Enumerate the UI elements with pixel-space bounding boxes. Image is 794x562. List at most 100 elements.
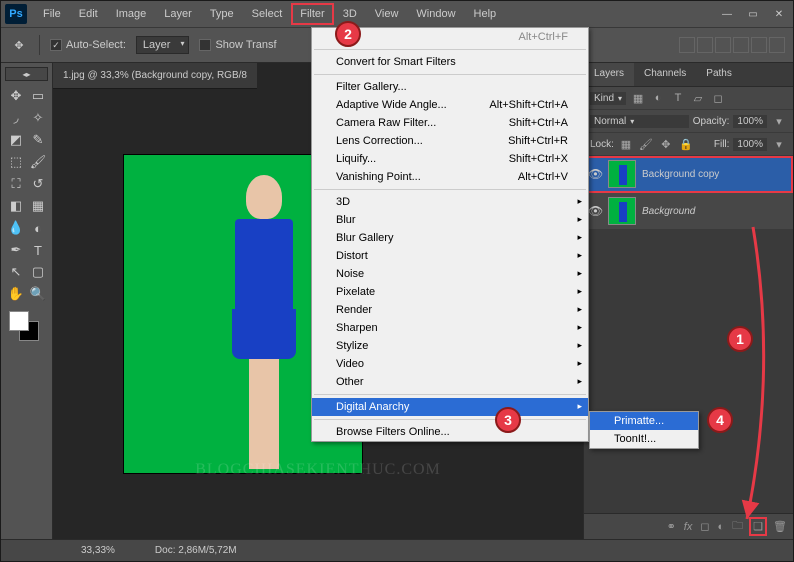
filter-browse-online[interactable]: Browse Filters Online... (312, 423, 588, 441)
filter-blur-gallery[interactable]: Blur Gallery (312, 229, 588, 247)
visibility-icon[interactable]: 👁 (588, 167, 602, 181)
brush-tool[interactable]: 🖌 (27, 151, 49, 173)
foreground-swatch[interactable] (9, 311, 29, 331)
layer-thumbnail[interactable] (608, 197, 636, 225)
filter-other[interactable]: Other (312, 373, 588, 391)
menu-file[interactable]: File (35, 4, 69, 24)
lock-move-icon[interactable]: ✥ (658, 137, 674, 151)
filter-noise[interactable]: Noise (312, 265, 588, 283)
filter-digital-anarchy[interactable]: Digital Anarchy (312, 398, 588, 416)
layer-thumbnail[interactable] (608, 160, 636, 188)
eraser-tool[interactable]: ◧ (5, 195, 27, 217)
filter-sharpen[interactable]: Sharpen (312, 319, 588, 337)
filter-distort[interactable]: Distort (312, 247, 588, 265)
menu-edit[interactable]: Edit (71, 4, 106, 24)
maximize-button[interactable]: ▭ (743, 7, 763, 21)
filter-smart-icon[interactable]: ◻ (710, 91, 726, 105)
color-swatches[interactable] (5, 311, 45, 347)
zoom-tool[interactable]: 🔍 (27, 283, 49, 305)
document-tab[interactable]: 1.jpg @ 33,3% (Background copy, RGB/8 (53, 63, 257, 89)
minimize-button[interactable]: — (717, 7, 737, 21)
menu-select[interactable]: Select (244, 4, 291, 24)
tab-channels[interactable]: Channels (634, 63, 696, 86)
layer-name[interactable]: Background copy (642, 169, 719, 180)
new-layer-button[interactable]: ❏ (751, 519, 765, 534)
pen-tool[interactable]: ✒ (5, 239, 27, 261)
align-icon[interactable] (733, 37, 749, 53)
trash-icon[interactable]: 🗑 (773, 520, 787, 533)
fill-field[interactable]: 100% (733, 138, 767, 151)
blend-mode-dropdown[interactable]: Normal (590, 115, 689, 128)
close-button[interactable]: ✕ (769, 7, 789, 21)
layer-row[interactable]: 👁 Background copy (584, 156, 793, 193)
filter-adjust-icon[interactable]: ◐ (650, 91, 666, 105)
align-icon[interactable] (679, 37, 695, 53)
menu-help[interactable]: Help (466, 4, 505, 24)
mask-icon[interactable]: ◻ (700, 520, 709, 533)
menu-image[interactable]: Image (108, 4, 155, 24)
tab-layers[interactable]: Layers (584, 63, 634, 86)
path-tool[interactable]: ↖ (5, 261, 27, 283)
gradient-tool[interactable]: ▦ (27, 195, 49, 217)
filter-gallery[interactable]: Filter Gallery... (312, 78, 588, 96)
blur-tool[interactable]: 💧 (5, 217, 27, 239)
toolbox-collapse[interactable]: ◂▸ (5, 67, 48, 81)
layer-row[interactable]: 👁 Background (584, 193, 793, 230)
filter-camera-raw[interactable]: Camera Raw Filter...Shift+Ctrl+A (312, 114, 588, 132)
chevron-down-icon[interactable]: ▾ (771, 114, 787, 128)
auto-select-checkbox[interactable]: ✓ Auto-Select: (50, 39, 126, 51)
marquee-tool[interactable]: ▭ (27, 85, 49, 107)
filter-3d[interactable]: 3D (312, 193, 588, 211)
opacity-field[interactable]: 100% (733, 115, 767, 128)
group-icon[interactable]: 🗀 (732, 517, 743, 536)
align-icon[interactable] (769, 37, 785, 53)
lock-all-icon[interactable]: 🔒 (678, 137, 694, 151)
type-tool[interactable]: T (27, 239, 49, 261)
filter-stylize[interactable]: Stylize (312, 337, 588, 355)
chevron-down-icon[interactable]: ▾ (771, 137, 787, 151)
submenu-toonit[interactable]: ToonIt!... (590, 430, 698, 448)
stamp-tool[interactable]: ⛶ (5, 173, 27, 195)
filter-shape-icon[interactable]: ▱ (690, 91, 706, 105)
filter-adaptive-wide-angle[interactable]: Adaptive Wide Angle...Alt+Shift+Ctrl+A (312, 96, 588, 114)
filter-render[interactable]: Render (312, 301, 588, 319)
heal-tool[interactable]: ⬚ (5, 151, 27, 173)
fx-icon[interactable]: fx (684, 521, 693, 533)
filter-lens-correction[interactable]: Lens Correction...Shift+Ctrl+R (312, 132, 588, 150)
align-icon[interactable] (697, 37, 713, 53)
submenu-primatte[interactable]: Primatte... (590, 412, 698, 430)
zoom-level[interactable]: 33,33% (81, 545, 115, 556)
filter-pixelate[interactable]: Pixelate (312, 283, 588, 301)
tab-paths[interactable]: Paths (696, 63, 742, 86)
layer-name[interactable]: Background (642, 206, 695, 217)
shape-tool[interactable]: ▢ (27, 261, 49, 283)
hand-tool[interactable]: ✋ (5, 283, 27, 305)
menu-type[interactable]: Type (202, 4, 242, 24)
filter-liquify[interactable]: Liquify...Shift+Ctrl+X (312, 150, 588, 168)
menu-view[interactable]: View (367, 4, 407, 24)
filter-vanishing-point[interactable]: Vanishing Point...Alt+Ctrl+V (312, 168, 588, 186)
filter-convert-smart[interactable]: Convert for Smart Filters (312, 53, 588, 71)
menu-filter[interactable]: Filter (292, 4, 332, 24)
kind-dropdown[interactable]: Kind (590, 92, 626, 105)
crop-tool[interactable]: ◩ (5, 129, 27, 151)
filter-blur[interactable]: Blur (312, 211, 588, 229)
doc-info[interactable]: Doc: 2,86M/5,72M (155, 545, 237, 556)
filter-pixel-icon[interactable]: ▦ (630, 91, 646, 105)
align-icon[interactable] (751, 37, 767, 53)
show-transform-checkbox[interactable]: Show Transf (199, 39, 276, 51)
menu-window[interactable]: Window (408, 4, 463, 24)
align-icon[interactable] (715, 37, 731, 53)
history-tool[interactable]: ↺ (27, 173, 49, 195)
auto-select-dropdown[interactable]: Layer (136, 36, 190, 54)
lock-brush-icon[interactable]: 🖌 (638, 137, 654, 151)
move-tool[interactable]: ✥ (5, 85, 27, 107)
lock-transparent-icon[interactable]: ▦ (618, 137, 634, 151)
dodge-tool[interactable]: ◐ (27, 217, 49, 239)
wand-tool[interactable]: ✧ (27, 107, 49, 129)
adjustment-icon[interactable]: ◐ (718, 521, 725, 533)
menu-layer[interactable]: Layer (156, 4, 200, 24)
lasso-tool[interactable]: ◞ (5, 107, 27, 129)
filter-video[interactable]: Video (312, 355, 588, 373)
visibility-icon[interactable]: 👁 (588, 204, 602, 218)
